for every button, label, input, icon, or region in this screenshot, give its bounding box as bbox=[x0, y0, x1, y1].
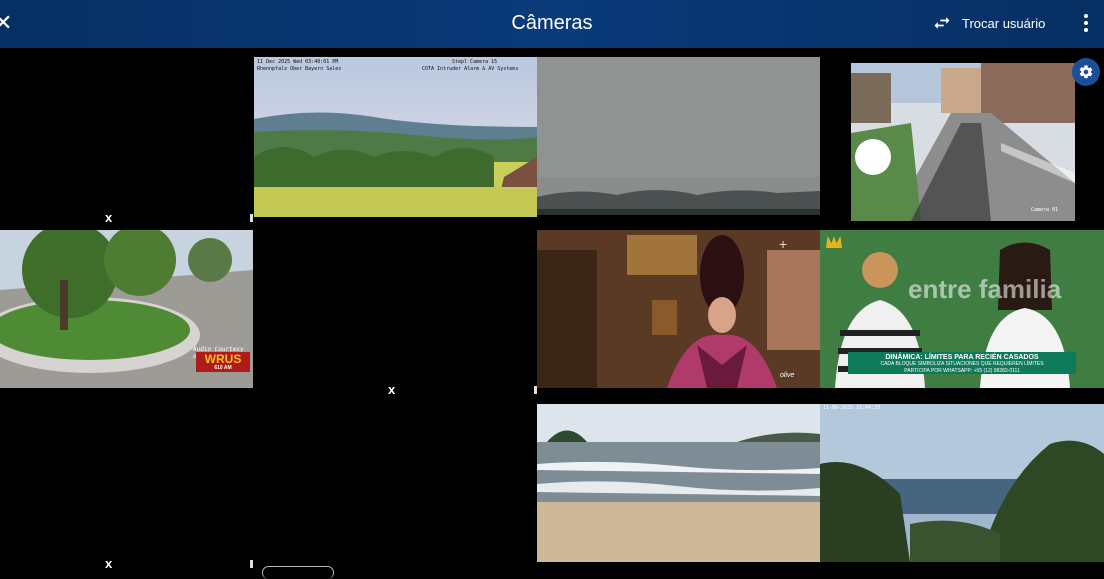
crown-icon bbox=[826, 236, 842, 248]
camera-tile-coast[interactable]: 11-06-2025 15:04:33 bbox=[820, 404, 1104, 562]
show-watermark: entre familia bbox=[908, 274, 1062, 304]
camera-tile-street[interactable]: Camera 01 bbox=[851, 63, 1075, 221]
camera-tile-countryside[interactable]: 11 Dec 2025 Wed 03:40:01 PM Rhennpfalz O… bbox=[254, 57, 537, 217]
camera-offline-mark: x bbox=[388, 382, 396, 397]
gear-icon bbox=[1079, 65, 1093, 79]
camera-feed-beach bbox=[537, 404, 820, 562]
plus-icon: + bbox=[779, 236, 788, 252]
camera-tile-beach[interactable] bbox=[537, 404, 820, 562]
camera-tile-fog[interactable] bbox=[537, 57, 820, 215]
station-logo-text: WRUS bbox=[204, 352, 242, 366]
camera-overlay-text: Stepl Camera 15 bbox=[452, 59, 498, 65]
camera-tile-1-empty[interactable] bbox=[0, 48, 253, 226]
camera-overlay-text: Camera 01 bbox=[1031, 207, 1059, 213]
camera-overlay-text: Rhennpfalz Ober Bayern Sales bbox=[257, 66, 342, 72]
more-vert-icon[interactable] bbox=[1078, 12, 1094, 34]
camera-feed-tv-show bbox=[537, 230, 820, 388]
station-logo bbox=[855, 139, 891, 175]
tile-edge-marker bbox=[250, 560, 253, 568]
camera-overlay-text: 11-06-2025 15:04:33 bbox=[823, 405, 881, 411]
station-logo-subtext: 610 AM bbox=[214, 365, 232, 371]
switch-user-label: Trocar usuário bbox=[962, 15, 1046, 31]
camera-tile-3-empty[interactable] bbox=[0, 394, 253, 572]
camera-offline-mark: x bbox=[105, 210, 113, 225]
channel-logo: olive bbox=[780, 372, 795, 379]
camera-feed-street bbox=[851, 63, 1075, 221]
camera-overlay-text: 11 Dec 2025 Wed 03:40:01 PM bbox=[257, 59, 339, 65]
scroll-handle[interactable] bbox=[262, 566, 334, 579]
camera-offline-mark: x bbox=[105, 556, 113, 571]
camera-overlay-text: COTA Intruder Alarm & AV Systems bbox=[422, 66, 519, 72]
settings-gear-button[interactable] bbox=[1072, 58, 1100, 86]
tv-lower-third: DINÁMICA: LÍMITES PARA RECIÉN CASADOS CA… bbox=[848, 352, 1076, 374]
switch-user-button[interactable]: Trocar usuário bbox=[932, 10, 1045, 36]
camera-tile-tv-costume[interactable]: olive + bbox=[537, 230, 820, 388]
app-bar: ✕ Câmeras Trocar usuário bbox=[0, 0, 1104, 48]
banner-contact: PARTICIPA POR WHATSAPP: +55 (12) 98283-0… bbox=[904, 368, 1020, 374]
camera-tile-roundabout[interactable]: Audio Courtesy of WRUS 610 AM bbox=[0, 230, 253, 388]
station-logo: WRUS 610 AM bbox=[196, 352, 250, 372]
camera-tile-2-empty[interactable] bbox=[254, 230, 537, 394]
banner-subtitle: CADA BLOQUE SIMBOLIZA SITUACIONES QUE RE… bbox=[880, 361, 1044, 367]
swap-arrows-icon bbox=[934, 17, 950, 29]
camera-feed-landscape bbox=[254, 57, 537, 217]
camera-feed-fog bbox=[537, 57, 820, 215]
camera-feed-coast bbox=[820, 404, 1104, 562]
banner-title: DINÁMICA: LÍMITES PARA RECIÉN CASADOS bbox=[885, 354, 1039, 361]
tile-edge-marker bbox=[250, 214, 253, 222]
